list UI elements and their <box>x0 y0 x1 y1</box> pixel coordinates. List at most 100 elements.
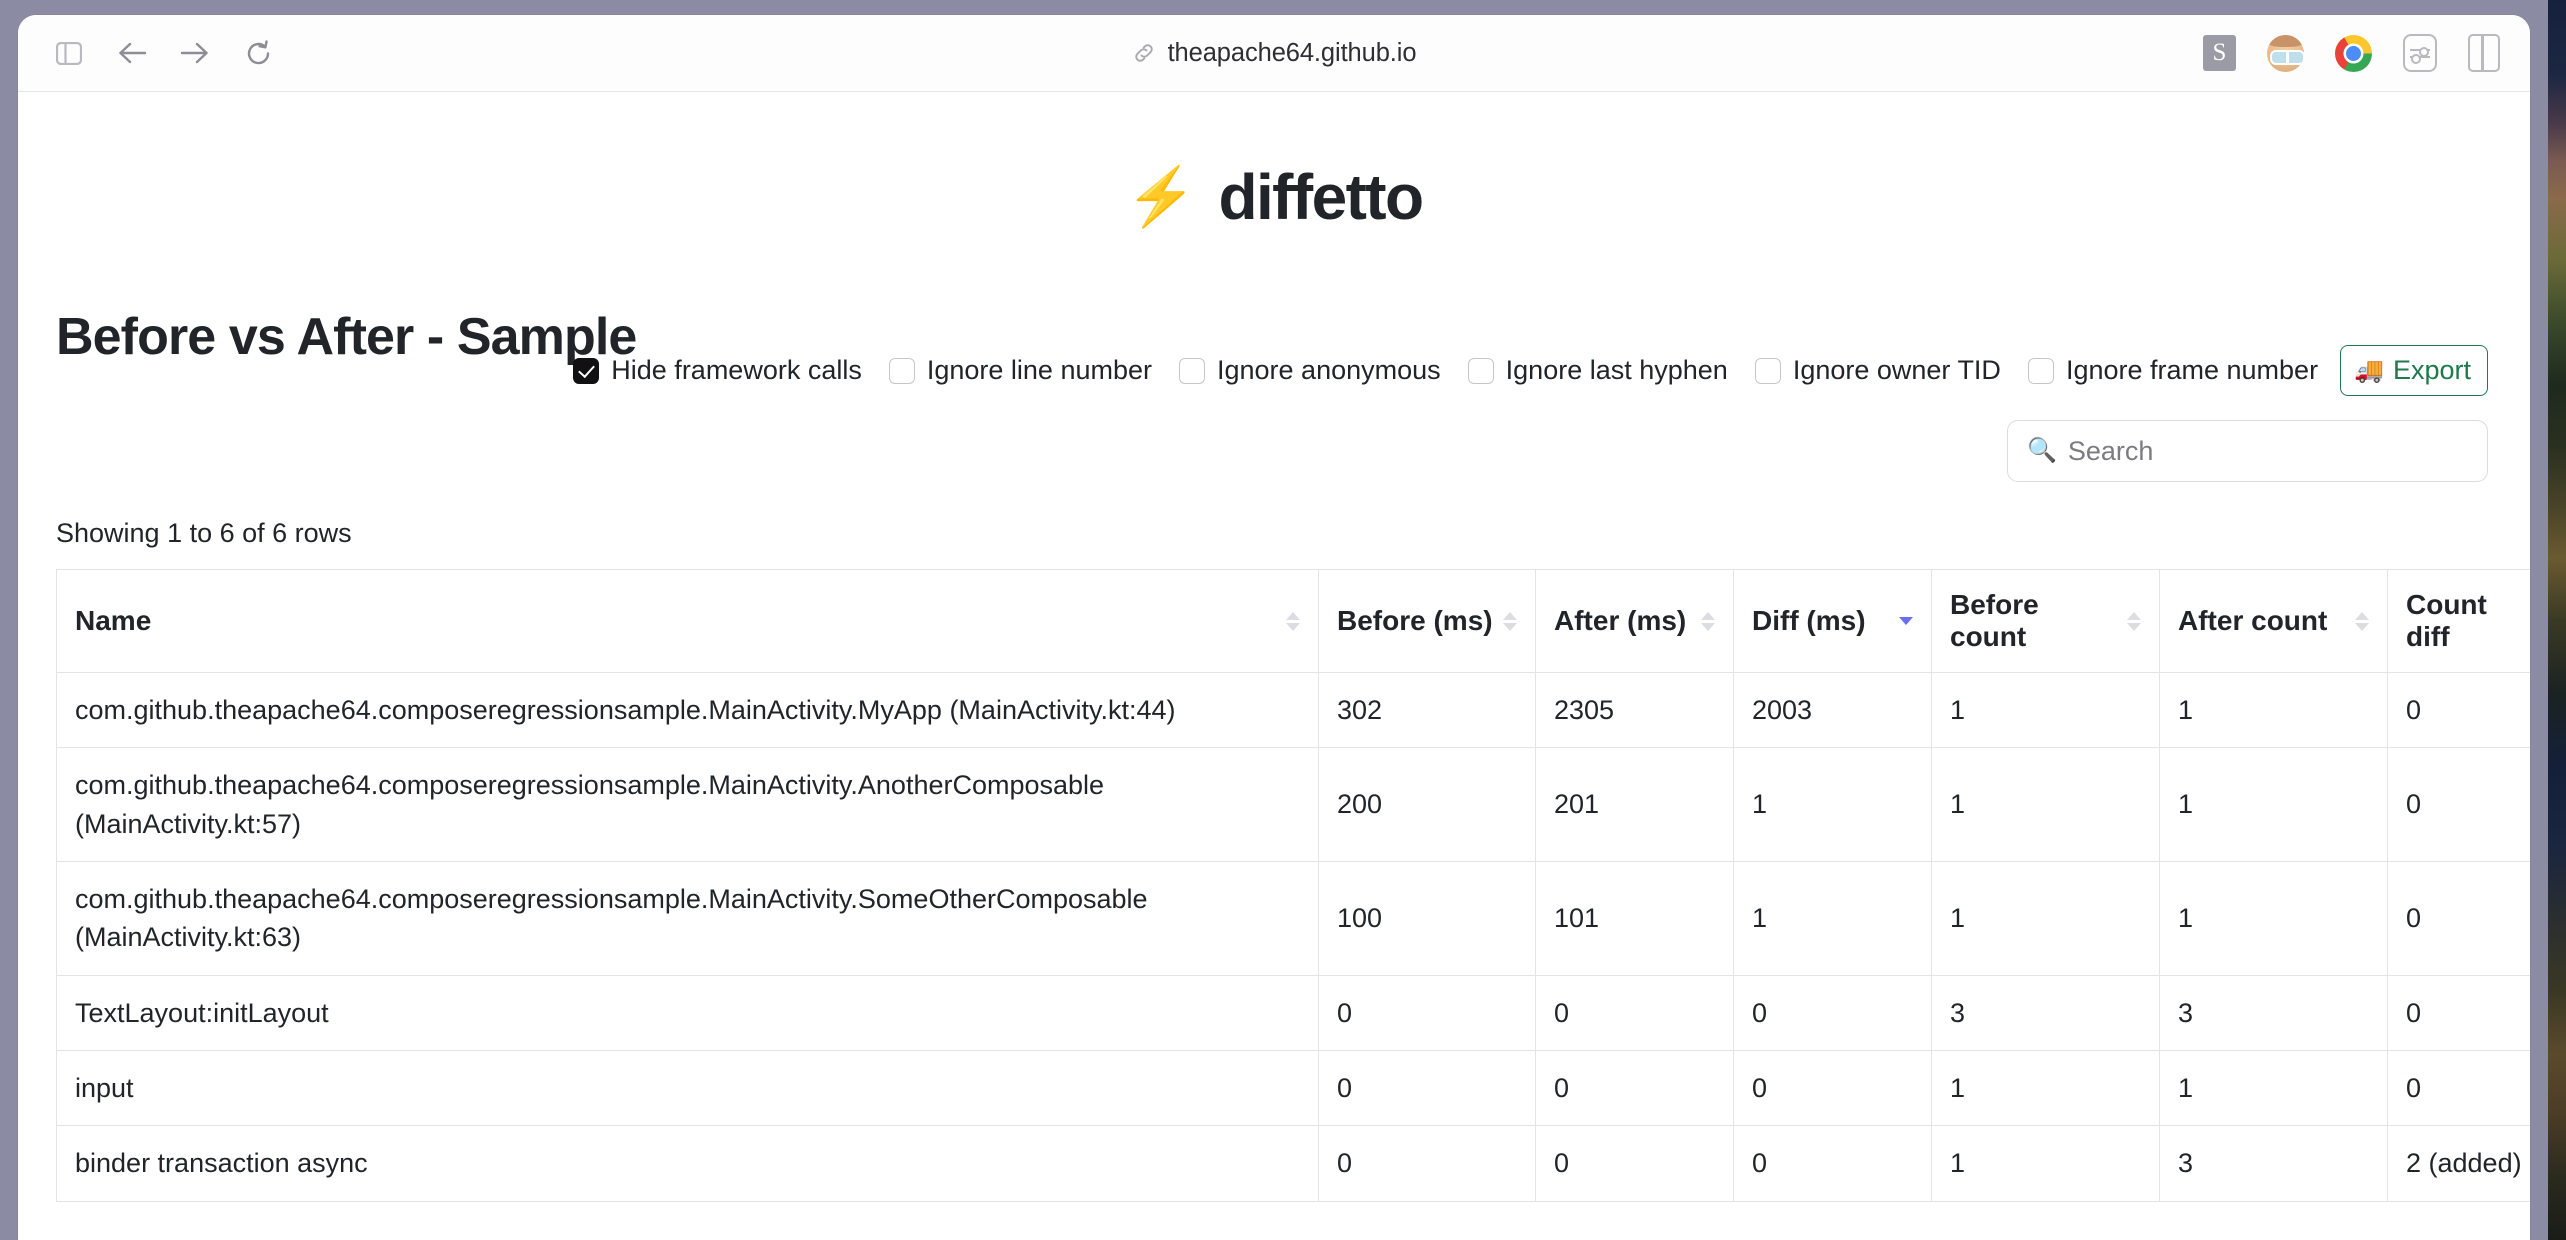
filter-hide-framework-calls[interactable]: Hide framework calls <box>573 355 862 386</box>
cell-after-count: 1 <box>2159 860 2388 976</box>
cell-before-count: 1 <box>1931 747 2160 862</box>
filter-ignore-anonymous[interactable]: Ignore anonymous <box>1179 355 1441 386</box>
table-row[interactable]: TextLayout:initLayout 0 0 0 3 3 0 <box>56 974 2530 1051</box>
column-header-before-ms[interactable]: Before (ms) <box>1318 569 1536 673</box>
column-header-before-count[interactable]: Before count <box>1931 569 2160 673</box>
sort-indicator[interactable] <box>2127 611 2141 631</box>
filter-ignore-line-number[interactable]: Ignore line number <box>888 355 1152 386</box>
table-row[interactable]: binder transaction async 0 0 0 1 3 2 (ad… <box>56 1125 2530 1202</box>
column-label: Before count <box>1950 589 2039 652</box>
cell-name: TextLayout:initLayout <box>56 974 1319 1051</box>
cell-before-ms: 200 <box>1318 747 1536 862</box>
column-label: Before (ms) <box>1337 605 1493 636</box>
truck-icon: 🚚 <box>2354 357 2384 384</box>
table-row[interactable]: com.github.theapache64.composeregression… <box>56 747 2530 862</box>
page-content: ⚡ diffetto Before vs After - Sample Hide… <box>18 92 2530 1240</box>
cell-after-count: 3 <box>2159 1125 2388 1202</box>
filter-ignore-owner-tid[interactable]: Ignore owner TID <box>1754 355 2001 386</box>
cell-count-diff: 2 (added) <box>2387 1125 2530 1202</box>
column-header-after-count[interactable]: After count <box>2159 569 2388 673</box>
cell-before-ms: 0 <box>1318 1049 1536 1127</box>
column-label: Diff (ms) <box>1752 605 1866 636</box>
column-header-name[interactable]: Name <box>56 569 1319 673</box>
cell-count-diff: 0 <box>2387 860 2530 976</box>
reload-icon[interactable] <box>239 34 277 72</box>
table-row[interactable]: input 0 0 0 1 1 0 <box>56 1049 2530 1127</box>
export-button-label: Export <box>2392 355 2471 385</box>
checkbox-ignore-last-hyphen[interactable] <box>1467 357 1494 384</box>
sort-indicator[interactable] <box>1503 611 1517 631</box>
browser-extensions: S <box>2203 34 2500 72</box>
column-header-count-diff[interactable]: Count diff <box>2387 569 2530 673</box>
back-icon[interactable] <box>113 34 151 72</box>
profile-avatar-icon[interactable] <box>2267 34 2304 72</box>
checkbox-ignore-line-number[interactable] <box>888 357 915 384</box>
cell-after-ms: 2305 <box>1535 671 1734 749</box>
sort-indicator[interactable] <box>1701 611 1715 631</box>
export-button[interactable]: 🚚 Export <box>2340 345 2488 396</box>
cell-diff-ms: 1 <box>1733 747 1932 862</box>
sidebar-toggle-icon[interactable] <box>50 34 88 72</box>
filter-ignore-frame-number[interactable]: Ignore frame number <box>2027 355 2318 386</box>
cell-before-count: 1 <box>1931 671 2160 749</box>
search-icon: 🔍 <box>2027 437 2057 464</box>
search-row: 🔍 Search <box>56 420 2492 482</box>
checkbox-ignore-anonymous[interactable] <box>1179 357 1205 384</box>
cell-after-ms: 0 <box>1535 1049 1734 1127</box>
table-header-row: Name Before (ms) After (ms) Diff (ms) Be… <box>56 569 2530 673</box>
settings-sliders-icon[interactable] <box>2403 34 2437 72</box>
cell-after-ms: 101 <box>1535 860 1734 976</box>
column-label: Name <box>75 605 152 636</box>
browser-toolbar: theapache64.github.io S <box>18 15 2530 92</box>
cell-diff-ms: 0 <box>1733 1125 1932 1202</box>
filter-label: Ignore line number <box>926 355 1152 385</box>
url-text: theapache64.github.io <box>1167 38 1417 67</box>
sort-indicator[interactable] <box>1286 611 1300 631</box>
filter-label: Ignore last hyphen <box>1505 355 1728 385</box>
cell-before-ms: 100 <box>1318 860 1536 976</box>
filter-label: Ignore anonymous <box>1217 355 1441 385</box>
cell-after-ms: 0 <box>1535 974 1734 1051</box>
checkbox-ignore-frame-number[interactable] <box>2027 357 2054 384</box>
forward-icon[interactable] <box>176 34 214 72</box>
sort-indicator[interactable] <box>2355 611 2369 631</box>
cell-after-ms: 201 <box>1535 747 1734 862</box>
panel-toggle-icon[interactable] <box>2468 34 2500 72</box>
navigation-controls <box>18 34 277 72</box>
cell-after-ms: 0 <box>1535 1125 1734 1202</box>
cell-before-count: 1 <box>1931 1049 2160 1127</box>
cell-after-count: 1 <box>2159 1049 2388 1127</box>
checkbox-hide-framework-calls[interactable] <box>573 357 600 384</box>
search-input[interactable]: 🔍 Search <box>2007 420 2488 482</box>
cell-before-count: 3 <box>1931 974 2160 1051</box>
stylus-extension-icon[interactable]: S <box>2203 35 2236 71</box>
rows-count-top: Showing 1 to 6 of 6 rows <box>56 518 352 548</box>
sort-indicator-active[interactable] <box>1899 617 1913 625</box>
cell-name: com.github.theapache64.composeregression… <box>56 747 1319 862</box>
filter-label: Hide framework calls <box>611 355 862 385</box>
cell-diff-ms: 0 <box>1733 974 1932 1051</box>
cell-before-ms: 0 <box>1318 974 1536 1051</box>
cell-name: com.github.theapache64.composeregression… <box>56 671 1319 749</box>
column-label: After (ms) <box>1554 605 1687 636</box>
address-bar[interactable]: theapache64.github.io <box>18 39 2530 68</box>
cell-after-count: 1 <box>2159 747 2388 862</box>
cell-after-count: 3 <box>2159 974 2388 1051</box>
checkbox-ignore-owner-tid[interactable] <box>1754 357 1781 384</box>
filter-ignore-last-hyphen[interactable]: Ignore last hyphen <box>1467 355 1728 386</box>
chrome-extension-icon[interactable] <box>2335 34 2372 72</box>
cell-count-diff: 0 <box>2387 1049 2530 1127</box>
cell-count-diff: 0 <box>2387 671 2530 749</box>
cell-diff-ms: 0 <box>1733 1049 1932 1127</box>
cell-name: binder transaction async <box>56 1125 1319 1202</box>
table-row[interactable]: com.github.theapache64.composeregression… <box>56 860 2530 976</box>
column-label: After count <box>2178 605 2328 636</box>
filter-label: Ignore owner TID <box>1792 355 2001 385</box>
column-header-diff-ms[interactable]: Diff (ms) <box>1733 569 1932 673</box>
table-row[interactable]: com.github.theapache64.composeregression… <box>56 671 2530 749</box>
column-header-after-ms[interactable]: After (ms) <box>1535 569 1734 673</box>
cell-count-diff: 0 <box>2387 747 2530 862</box>
link-icon <box>1132 41 1156 65</box>
comparison-table: Name Before (ms) After (ms) Diff (ms) Be… <box>56 569 2530 1202</box>
browser-window: theapache64.github.io S ⚡ diffetto Befor… <box>18 15 2530 1240</box>
